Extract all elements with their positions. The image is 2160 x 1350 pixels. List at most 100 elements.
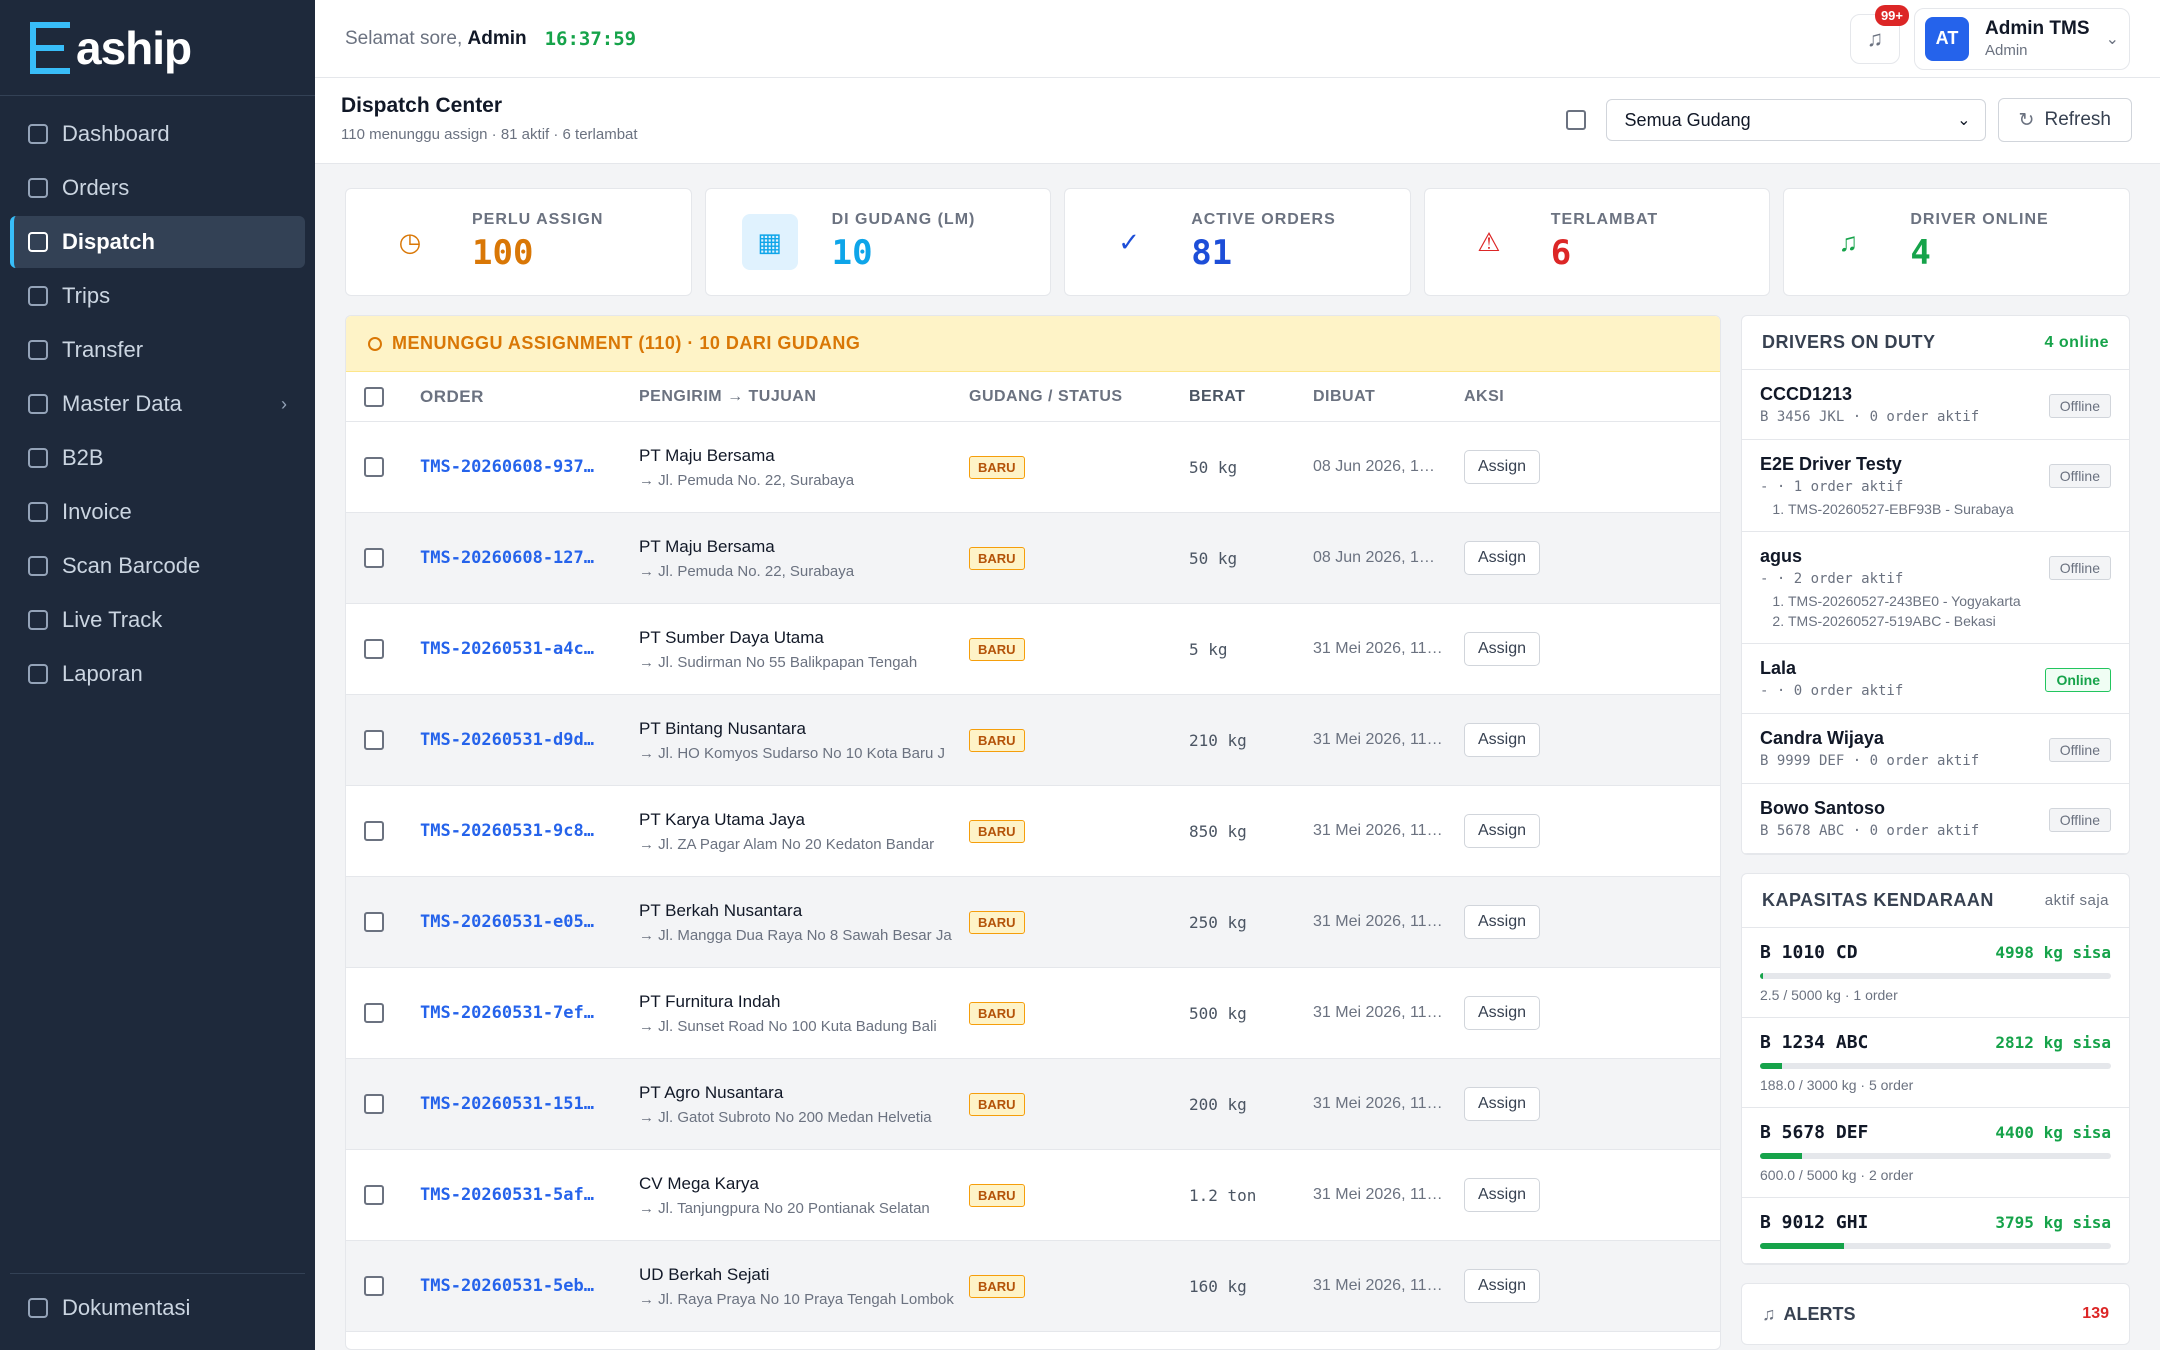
table-row[interactable]: TMS-20260531-d9d… PT Bintang Nusantara → J… xyxy=(346,695,1720,786)
assign-button[interactable]: Assign xyxy=(1464,450,1541,484)
order-link[interactable]: TMS-20260531-e05… xyxy=(420,912,639,932)
capacity-fill xyxy=(1760,1063,1783,1069)
assign-button[interactable]: Assign xyxy=(1464,723,1541,757)
sidebar-item-laporan[interactable]: Laporan xyxy=(10,648,305,700)
table-row[interactable]: TMS-20260531-5af… CV Mega Karya → Jl. Tanj… xyxy=(346,1150,1720,1241)
assign-button[interactable]: Assign xyxy=(1464,541,1541,575)
status-badge: BARU xyxy=(969,819,1025,843)
order-link[interactable]: TMS-20260608-127… xyxy=(420,548,639,568)
col-created[interactable]: DIBUAT xyxy=(1313,388,1464,406)
sidebar-item-trips[interactable]: Trips xyxy=(10,270,305,322)
row-checkbox[interactable] xyxy=(364,730,384,750)
order-link[interactable]: TMS-20260531-5af… xyxy=(420,1185,639,1205)
sidebar-item-master-data[interactable]: Master Data › xyxy=(10,378,305,430)
assign-button[interactable]: Assign xyxy=(1464,632,1541,666)
sidebar-item-dispatch[interactable]: Dispatch xyxy=(10,216,305,268)
assign-button[interactable]: Assign xyxy=(1464,996,1541,1030)
col-weight[interactable]: BERAT xyxy=(1189,388,1313,406)
table-body: TMS-20260608-937… PT Maju Bersama → Jl. Pe… xyxy=(346,422,1720,1332)
destination: → Jl. Sunset Road No 100 Kuta Badung Bal… xyxy=(639,1017,937,1035)
row-checkbox[interactable] xyxy=(364,1185,384,1205)
driver-orders: TMS-20260527-243BE0 - Yogyakarta TMS-2026… xyxy=(1760,593,2111,629)
select-all-checkbox[interactable] xyxy=(364,386,384,407)
driver-item[interactable]: agus- · 2 order aktifTMS-20260527-243BE0… xyxy=(1742,532,2129,644)
assign-button[interactable]: Assign xyxy=(1464,1087,1541,1121)
row-checkbox[interactable] xyxy=(364,1276,384,1296)
order-link[interactable]: TMS-20260608-937… xyxy=(420,457,639,477)
user-role: Admin xyxy=(1985,42,2028,59)
vehicle-remaining: 3795 kg sisa xyxy=(1995,1213,2111,1232)
driver-item[interactable]: E2E Driver Testy- · 1 order aktifTMS-202… xyxy=(1742,440,2129,532)
sidebar-item-live-track[interactable]: Live Track xyxy=(10,594,305,646)
clock: 16:37:59 xyxy=(544,27,637,50)
stat-label: DI GUDANG (LM) xyxy=(831,211,976,228)
user-menu[interactable]: AT Admin TMS Admin ⌄ xyxy=(1914,7,2130,70)
col-sender[interactable]: PENGIRIM → TUJUAN xyxy=(639,388,969,406)
stat-label: PERLU ASSIGN xyxy=(472,211,604,228)
table-row[interactable]: TMS-20260531-9c8… PT Karya Utama Jaya → Jl… xyxy=(346,786,1720,877)
building-icon: ▦ xyxy=(741,214,798,270)
table-row[interactable]: TMS-20260531-151… PT Agro Nusantara → Jl. … xyxy=(346,1059,1720,1150)
table-row[interactable]: TMS-20260608-937… PT Maju Bersama → Jl. Pe… xyxy=(346,422,1720,513)
row-checkbox[interactable] xyxy=(364,548,384,568)
sidebar-item-invoice[interactable]: Invoice xyxy=(10,486,305,538)
sidebar-item-label: Scan Barcode xyxy=(62,553,201,578)
assign-button[interactable]: Assign xyxy=(1464,905,1541,939)
stat-card: ▦ DI GUDANG (LM) 10 xyxy=(704,188,1052,296)
col-order[interactable]: ORDER xyxy=(420,387,639,407)
weight: 500 kg xyxy=(1189,1003,1247,1023)
table-row[interactable]: TMS-20260531-a4c… PT Sumber Daya Utama → J… xyxy=(346,604,1720,695)
bell-icon: ♫ xyxy=(1866,25,1884,51)
driver-item[interactable]: Bowo Santoso B 5678 ABC · 0 order aktif Of… xyxy=(1742,784,2129,854)
table-row[interactable]: TMS-20260531-7ef… PT Furnitura Indah → Jl.… xyxy=(346,968,1720,1059)
order-link[interactable]: TMS-20260531-d9d… xyxy=(420,730,639,750)
alerts-card[interactable]: ♫ ALERTS 139 xyxy=(1741,1283,2130,1345)
sidebar-item-scan-barcode[interactable]: Scan Barcode xyxy=(10,540,305,592)
row-checkbox[interactable] xyxy=(364,457,384,477)
sidebar-footer: Dokumentasi xyxy=(10,1273,305,1336)
row-checkbox[interactable] xyxy=(364,821,384,841)
row-checkbox[interactable] xyxy=(364,639,384,659)
assign-button[interactable]: Assign xyxy=(1464,814,1541,848)
brand-logo[interactable]: aship xyxy=(0,0,315,96)
sidebar-item-transfer[interactable]: Transfer xyxy=(10,324,305,376)
driver-item[interactable]: Lala - · 0 order aktif Online xyxy=(1742,644,2129,714)
driver-item[interactable]: CCCD1213 B 3456 JKL · 0 order aktif Offlin… xyxy=(1742,370,2129,440)
sender-name: PT Maju Bersama xyxy=(639,536,775,556)
sidebar-item-dashboard[interactable]: Dashboard xyxy=(10,108,305,160)
order-link[interactable]: TMS-20260531-9c8… xyxy=(420,821,639,841)
row-checkbox[interactable] xyxy=(364,1003,384,1023)
row-checkbox[interactable] xyxy=(364,912,384,932)
bell-icon: ♫ xyxy=(1820,214,1877,270)
row-checkbox[interactable] xyxy=(364,1094,384,1114)
sidebar-item-b2b[interactable]: B2B xyxy=(10,432,305,484)
weight: 50 kg xyxy=(1189,548,1238,568)
order-link[interactable]: TMS-20260531-a4c… xyxy=(420,639,639,659)
order-link[interactable]: TMS-20260531-5eb… xyxy=(420,1276,639,1296)
stat-card: ♫ DRIVER ONLINE 4 xyxy=(1783,188,2130,296)
table-row[interactable]: TMS-20260608-127… PT Maju Bersama → Jl. Pe… xyxy=(346,513,1720,604)
refresh-button[interactable]: ↻ Refresh xyxy=(1997,98,2132,142)
assign-button[interactable]: Assign xyxy=(1464,1178,1541,1212)
refresh-icon: ↻ xyxy=(2018,109,2035,131)
notification-button[interactable]: ♫ 99+ xyxy=(1850,4,1909,64)
chevron-down-icon: ⌄ xyxy=(1957,112,1971,129)
col-warehouse[interactable]: GUDANG / STATUS xyxy=(969,388,1189,406)
vehicle-plate: B 1234 ABC xyxy=(1760,1032,1869,1053)
order-link[interactable]: TMS-20260531-151… xyxy=(420,1094,639,1114)
sidebar-item-orders[interactable]: Orders xyxy=(10,162,305,214)
sidebar-item-label: Dokumentasi xyxy=(62,1295,191,1320)
table-row[interactable]: TMS-20260531-5eb… UD Berkah Sejati → Jl. R… xyxy=(346,1241,1720,1332)
vehicle-item: B 1010 CD 4998 kg sisa 2.5 / 5000 kg · 1 o… xyxy=(1742,928,2129,1018)
driver-status-badge: Online xyxy=(2045,668,2111,692)
driver-item[interactable]: Candra Wijaya B 9999 DEF · 0 order aktif O… xyxy=(1742,714,2129,784)
vehicle-detail: 600.0 / 5000 kg · 2 order xyxy=(1760,1167,1914,1183)
warehouse-select[interactable]: Semua Gudang ⌄ xyxy=(1605,99,1986,141)
clock-icon xyxy=(368,336,382,351)
sidebar-item-dokumentasi[interactable]: Dokumentasi xyxy=(10,1282,305,1334)
capacity-bar xyxy=(1760,1063,2111,1069)
assign-button[interactable]: Assign xyxy=(1464,1269,1541,1303)
table-row[interactable]: TMS-20260531-e05… PT Berkah Nusantara → Jl… xyxy=(346,877,1720,968)
sidebar-item-label: Master Data xyxy=(62,391,182,416)
order-link[interactable]: TMS-20260531-7ef… xyxy=(420,1003,639,1023)
